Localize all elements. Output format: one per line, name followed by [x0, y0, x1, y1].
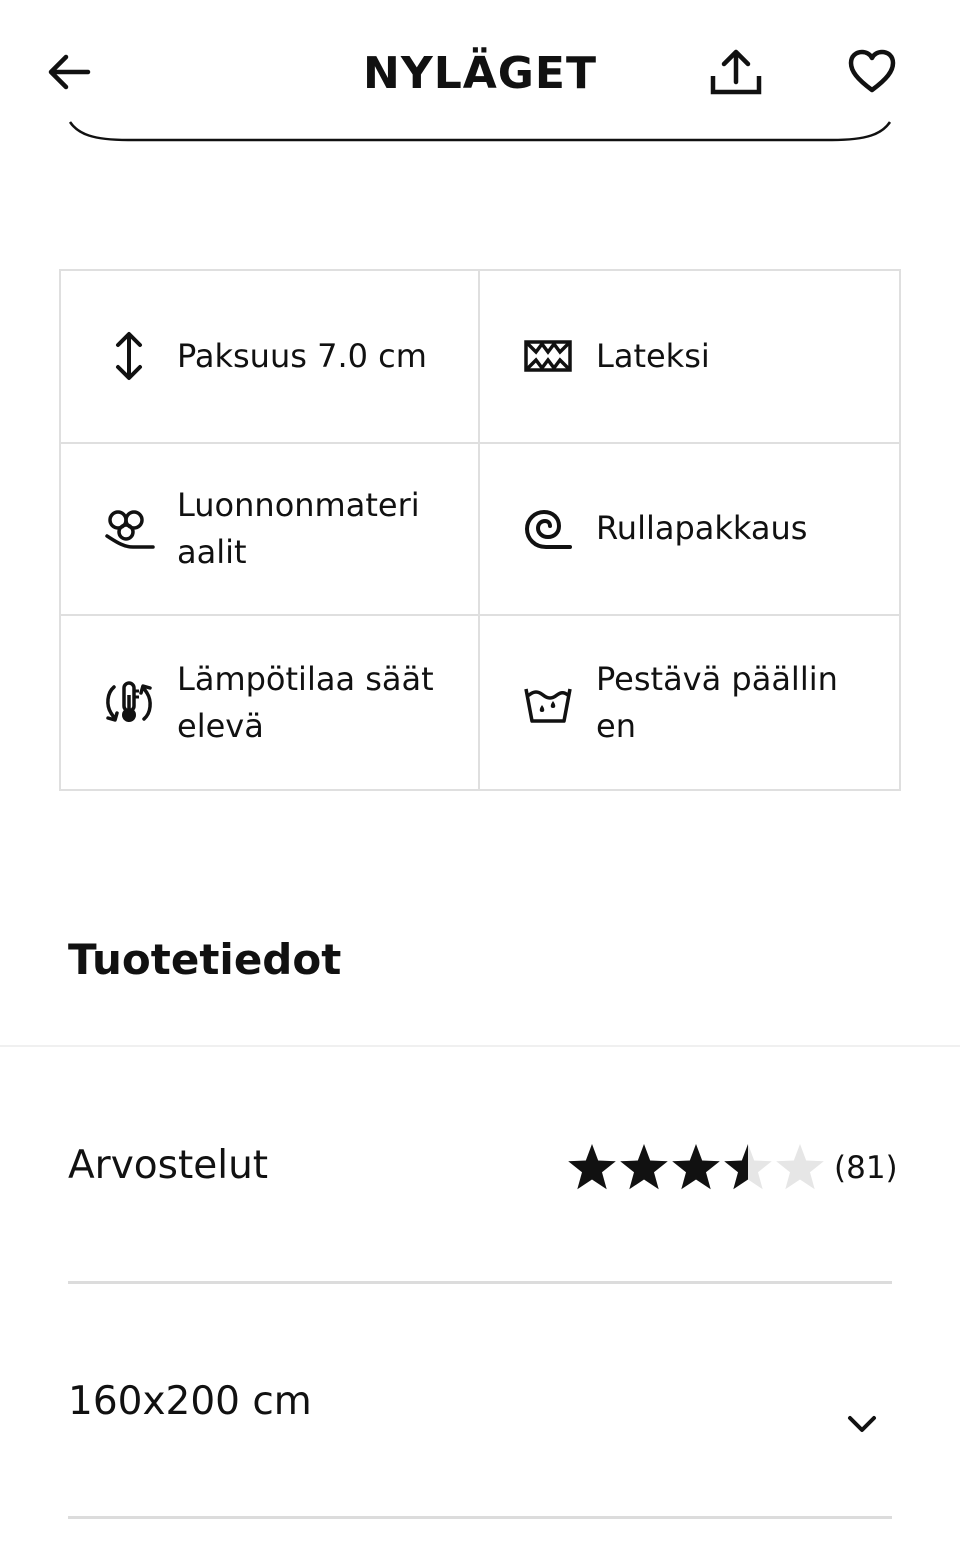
star-empty [776, 1144, 824, 1190]
star-filled [620, 1144, 668, 1190]
favorite-button[interactable] [846, 46, 898, 98]
feature-label: Lateksi [596, 336, 710, 375]
row-divider [68, 1281, 892, 1284]
page-title: NYLÄGET [363, 48, 597, 99]
arrow-left-icon [48, 54, 91, 90]
feature-item-natural-materials: Luonnonmateri aalit [61, 443, 480, 617]
image-frame-bottom-edge [68, 121, 892, 142]
feature-item-thickness: Paksuus 7.0 cm [61, 271, 480, 444]
top-bar: NYLÄGET [0, 0, 960, 150]
review-count: (81) [834, 1150, 898, 1186]
section-divider [0, 1045, 960, 1047]
feature-label: Luonnonmateri aalit [177, 485, 420, 571]
back-button[interactable] [44, 48, 92, 96]
feature-label: Pestävä päällinen [596, 659, 838, 745]
heart-outline-icon [848, 49, 896, 93]
reviews-label: Arvostelut [68, 1143, 269, 1188]
product-details-heading[interactable]: Tuotetiedot [68, 930, 341, 990]
roll-pack-icon [524, 509, 572, 549]
temperature-regulating-icon [106, 680, 152, 722]
share-button[interactable] [707, 46, 765, 100]
share-upload-icon [710, 49, 762, 95]
star-filled [672, 1144, 720, 1190]
row-divider [68, 1516, 892, 1519]
chevron-down-icon [848, 1416, 876, 1432]
reviews-row[interactable]: Arvostelut (81) [68, 1130, 898, 1202]
natural-materials-icon [105, 510, 155, 549]
latex-icon [524, 340, 572, 373]
size-selector[interactable]: 160x200 cm [68, 1370, 892, 1450]
feature-item-washable-cover: Pestävä päällinen [480, 616, 899, 789]
size-value: 160x200 cm [68, 1379, 312, 1424]
feature-label: Paksuus 7.0 cm [177, 336, 427, 375]
feature-label: Lämpötilaa säätelevä [177, 659, 434, 745]
thickness-arrows-icon [116, 332, 142, 381]
star-filled [568, 1144, 616, 1190]
feature-item-latex: Lateksi [480, 271, 899, 444]
star-rating [568, 1144, 824, 1190]
feature-label: Rullapakkaus [596, 509, 808, 548]
feature-item-temperature-regulating: Lämpötilaa säätelevä [61, 616, 480, 789]
feature-item-roll-pack: Rullapakkaus [480, 444, 899, 617]
washable-cover-icon [524, 688, 572, 723]
feature-grid: Paksuus 7.0 cm Lateksi Luonnonmateri aal… [59, 269, 901, 791]
